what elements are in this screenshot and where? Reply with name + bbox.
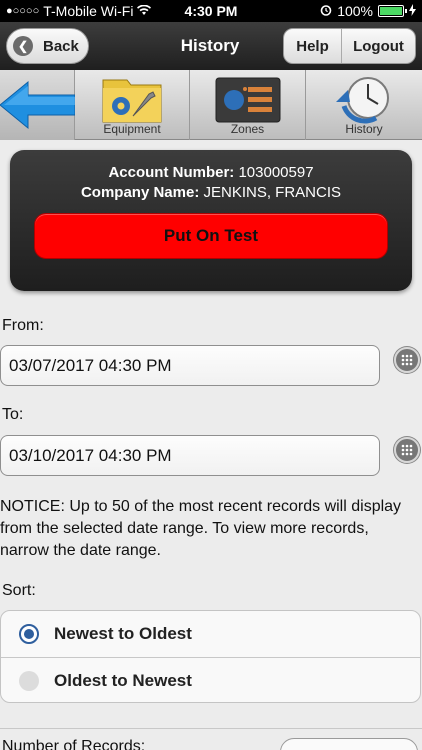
equipment-icon — [102, 79, 162, 123]
chevron-left-icon: ❮ — [13, 36, 33, 56]
sort-radio-group: Newest to Oldest Oldest to Newest — [0, 610, 421, 703]
company-name-row: Company Name: JENKINS, FRANCIS — [10, 184, 412, 201]
keypad-icon — [401, 354, 413, 366]
back-button[interactable]: ❮ Back — [6, 28, 89, 64]
to-date-picker-button[interactable] — [394, 437, 420, 463]
section-tabs: Equipment Zones History — [0, 70, 422, 140]
sort-option-newest[interactable]: Newest to Oldest — [1, 611, 420, 657]
battery-percent: 100% — [337, 3, 373, 19]
put-on-test-button[interactable]: Put On Test — [34, 213, 388, 259]
arrow-left-icon — [0, 80, 75, 130]
help-button[interactable]: Help — [284, 29, 342, 63]
charging-icon — [409, 3, 416, 19]
battery-icon — [378, 5, 407, 17]
tab-previous[interactable] — [0, 70, 75, 140]
company-name-label: Company Name: — [80, 184, 200, 201]
from-date-field[interactable]: 03/07/2017 04:30 PM — [0, 345, 380, 386]
sort-label: Sort: — [2, 582, 36, 599]
radio-selected-icon — [19, 624, 39, 644]
number-of-records-select[interactable] — [280, 738, 418, 750]
to-label: To: — [2, 406, 24, 423]
zones-icon — [215, 77, 281, 123]
alarm-clock-icon — [320, 3, 332, 19]
tab-equipment-label: Equipment — [103, 122, 161, 136]
account-number-value: 103000597 — [238, 164, 314, 181]
from-date-picker-button[interactable] — [394, 347, 420, 373]
keypad-icon — [401, 444, 413, 456]
sort-option-label: Newest to Oldest — [54, 624, 192, 643]
tab-equipment[interactable]: Equipment — [75, 70, 190, 140]
to-date-field[interactable]: 03/10/2017 04:30 PM — [0, 435, 380, 476]
account-number-label: Account Number: — [108, 164, 235, 181]
nav-button-group: Help Logout — [283, 28, 416, 64]
account-number-row: Account Number: 103000597 — [10, 164, 412, 181]
sort-option-label: Oldest to Newest — [54, 670, 192, 690]
number-of-records-label: Number of Records: — [2, 738, 146, 750]
page-title: History — [180, 36, 240, 55]
company-name-value: JENKINS, FRANCIS — [203, 184, 342, 201]
account-card: Account Number: 103000597 Company Name: … — [10, 150, 412, 291]
tab-zones[interactable]: Zones — [190, 70, 306, 140]
tab-history-label: History — [345, 122, 383, 136]
tab-history[interactable]: History — [306, 70, 422, 140]
from-label: From: — [2, 317, 44, 334]
section-divider — [0, 728, 422, 729]
status-bar: ●○○○○ T-Mobile Wi-Fi 4:30 PM 100% — [0, 0, 422, 22]
tab-zones-label: Zones — [230, 122, 265, 136]
sort-option-oldest[interactable]: Oldest to Newest — [1, 657, 420, 702]
date-range-notice: NOTICE: Up to 50 of the most recent reco… — [0, 498, 402, 559]
back-button-label: Back — [43, 37, 79, 55]
nav-bar: ❮ Back History Help Logout — [0, 22, 422, 70]
radio-unselected-icon — [19, 670, 39, 691]
logout-button[interactable]: Logout — [342, 29, 415, 63]
clock-history-icon — [336, 77, 389, 124]
